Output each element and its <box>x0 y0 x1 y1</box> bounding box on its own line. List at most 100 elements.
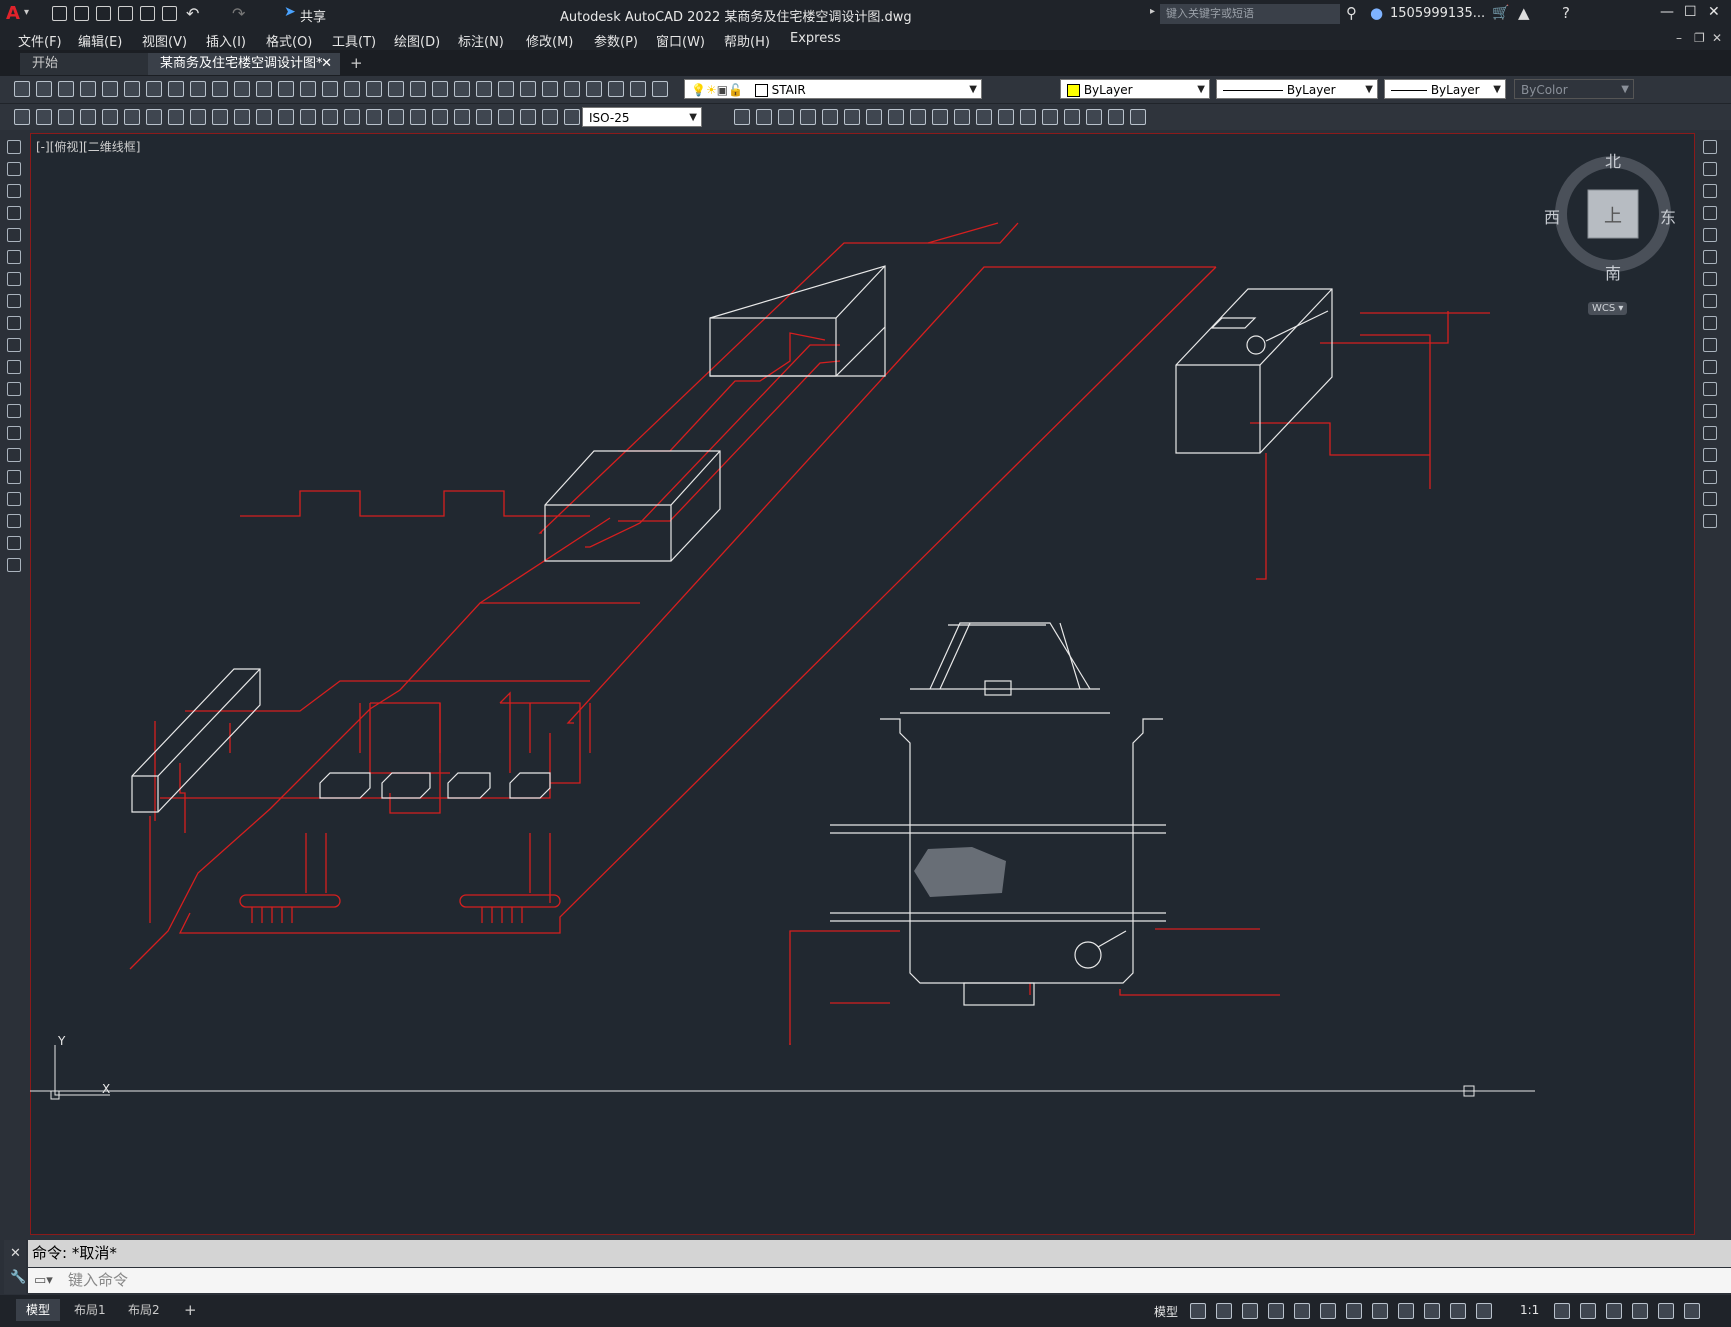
status-tool-icon-11[interactable] <box>1450 1303 1466 1319</box>
menu-draw[interactable]: 绘图(D) <box>394 31 440 50</box>
layout-tab-1[interactable]: 布局1 <box>64 1299 116 1321</box>
draw-tool-icon-7[interactable] <box>7 272 21 286</box>
standard-tool-icon-1[interactable] <box>14 81 30 97</box>
minimize-icon[interactable]: — <box>1660 4 1674 20</box>
modify-tool-icon-8[interactable] <box>888 109 904 125</box>
draw-tool-icon-5[interactable] <box>7 228 21 242</box>
dimension-tool-icon-18[interactable] <box>388 109 404 125</box>
modify-tool-icon-15[interactable] <box>1042 109 1058 125</box>
menu-modify[interactable]: 修改(M) <box>526 31 573 50</box>
draw-tool-icon-1[interactable] <box>7 140 21 154</box>
dimension-tool-icon-12[interactable] <box>256 109 272 125</box>
dimension-tool-icon-7[interactable] <box>146 109 162 125</box>
autodesk-app-icon[interactable]: ▲ <box>1518 4 1530 22</box>
close-window-icon[interactable]: ✕ <box>1708 4 1720 20</box>
draw-tool-icon-15[interactable] <box>7 448 21 462</box>
dimension-tool-icon-8[interactable] <box>168 109 184 125</box>
dimension-tool-icon-1[interactable] <box>14 109 30 125</box>
standard-tool-icon-21[interactable] <box>454 81 470 97</box>
standard-tool-icon-26[interactable] <box>564 81 580 97</box>
modify-side-tool-icon-15[interactable] <box>1703 448 1717 462</box>
viewcube[interactable]: 北 南 东 西 上 WCS ▾ <box>1544 148 1678 315</box>
status-tool-icon-18[interactable] <box>1632 1303 1648 1319</box>
status-tool-icon-10[interactable] <box>1424 1303 1440 1319</box>
new-file-icon[interactable] <box>52 6 67 21</box>
modify-tool-icon-12[interactable] <box>976 109 992 125</box>
doc-close-icon[interactable]: ✕ <box>1712 31 1722 45</box>
standard-tool-icon-28[interactable] <box>608 81 624 97</box>
draw-tool-icon-12[interactable] <box>7 382 21 396</box>
modify-tool-icon-3[interactable] <box>778 109 794 125</box>
modify-side-tool-icon-7[interactable] <box>1703 272 1717 286</box>
dimension-tool-icon-14[interactable] <box>300 109 316 125</box>
modify-side-tool-icon-13[interactable] <box>1703 404 1717 418</box>
user-account[interactable]: 1505999135... <box>1390 6 1485 21</box>
standard-tool-icon-7[interactable] <box>146 81 162 97</box>
modify-tool-icon-16[interactable] <box>1064 109 1080 125</box>
menu-view[interactable]: 视图(V) <box>142 31 187 50</box>
status-tool-icon-12[interactable] <box>1476 1303 1492 1319</box>
draw-tool-icon-16[interactable] <box>7 470 21 484</box>
modify-side-tool-icon-11[interactable] <box>1703 360 1717 374</box>
command-close-icon[interactable]: ✕ <box>10 1246 21 1261</box>
modify-tool-icon-18[interactable] <box>1108 109 1124 125</box>
draw-tool-icon-8[interactable] <box>7 294 21 308</box>
standard-tool-icon-24[interactable] <box>520 81 536 97</box>
status-tool-icon-20[interactable] <box>1684 1303 1700 1319</box>
app-menu-chevron-icon[interactable]: ▾ <box>24 7 29 18</box>
standard-tool-icon-11[interactable] <box>234 81 250 97</box>
command-customize-icon[interactable]: 🔧 <box>10 1270 26 1285</box>
share-icon[interactable]: ➤ <box>284 4 296 20</box>
wcs-menu[interactable]: WCS ▾ <box>1588 302 1628 315</box>
standard-tool-icon-18[interactable] <box>388 81 404 97</box>
search-expand-icon[interactable]: ▸ <box>1150 6 1155 17</box>
dimension-tool-icon-17[interactable] <box>366 109 382 125</box>
standard-tool-icon-15[interactable] <box>322 81 338 97</box>
dimension-tool-icon-10[interactable] <box>212 109 228 125</box>
dimension-tool-icon-26[interactable] <box>564 109 580 125</box>
save-as-icon[interactable] <box>118 6 133 21</box>
lineweight-dropdown[interactable]: ByLayer ▼ <box>1384 79 1506 99</box>
annotation-scale[interactable]: 1:1 <box>1520 1303 1539 1317</box>
dimension-tool-icon-20[interactable] <box>432 109 448 125</box>
status-tool-icon-15[interactable] <box>1554 1303 1570 1319</box>
draw-tool-icon-13[interactable] <box>7 404 21 418</box>
publish-icon[interactable] <box>140 6 155 21</box>
modify-side-tool-icon-8[interactable] <box>1703 294 1717 308</box>
autocad-logo-icon[interactable]: A <box>6 3 20 24</box>
command-line-handle[interactable]: ✕ 🔧 <box>4 1240 26 1294</box>
status-tool-icon-16[interactable] <box>1580 1303 1596 1319</box>
redo-icon[interactable]: ↷ <box>232 4 245 23</box>
layout-tab-model[interactable]: 模型 <box>16 1299 61 1321</box>
status-tool-icon-4[interactable] <box>1268 1303 1284 1319</box>
plot-icon[interactable] <box>162 6 177 21</box>
compass-south[interactable]: 南 <box>1605 260 1621 284</box>
share-label[interactable]: 共享 <box>300 6 326 25</box>
modify-tool-icon-11[interactable] <box>954 109 970 125</box>
tab-close-icon[interactable]: ✕ <box>321 53 332 75</box>
modify-tool-icon-13[interactable] <box>998 109 1014 125</box>
maximize-icon[interactable]: ☐ <box>1684 4 1697 20</box>
modify-tool-icon-7[interactable] <box>866 109 882 125</box>
compass-west[interactable]: 西 <box>1544 204 1560 228</box>
color-dropdown[interactable]: ByLayer ▼ <box>1060 79 1210 99</box>
standard-tool-icon-29[interactable] <box>630 81 646 97</box>
tab-start[interactable]: 开始 <box>20 53 150 75</box>
plotstyle-dropdown[interactable]: ByColor ▼ <box>1514 79 1634 99</box>
menu-insert[interactable]: 插入(I) <box>206 31 246 50</box>
modify-tool-icon-9[interactable] <box>910 109 926 125</box>
model-space-toggle[interactable]: 模型 <box>1154 1303 1178 1320</box>
draw-tool-icon-10[interactable] <box>7 338 21 352</box>
draw-tool-icon-6[interactable] <box>7 250 21 264</box>
dimension-tool-icon-13[interactable] <box>278 109 294 125</box>
command-input[interactable]: ▭▾ 键入命令 <box>28 1268 1731 1293</box>
standard-tool-icon-13[interactable] <box>278 81 294 97</box>
tab-document[interactable]: 某商务及住宅楼空调设计图* ✕ <box>148 53 340 75</box>
save-icon[interactable] <box>96 6 111 21</box>
dimension-tool-icon-22[interactable] <box>476 109 492 125</box>
menu-help[interactable]: 帮助(H) <box>724 31 770 50</box>
status-tool-icon-2[interactable] <box>1216 1303 1232 1319</box>
standard-tool-icon-27[interactable] <box>586 81 602 97</box>
standard-tool-icon-3[interactable] <box>58 81 74 97</box>
modify-tool-icon-14[interactable] <box>1020 109 1036 125</box>
